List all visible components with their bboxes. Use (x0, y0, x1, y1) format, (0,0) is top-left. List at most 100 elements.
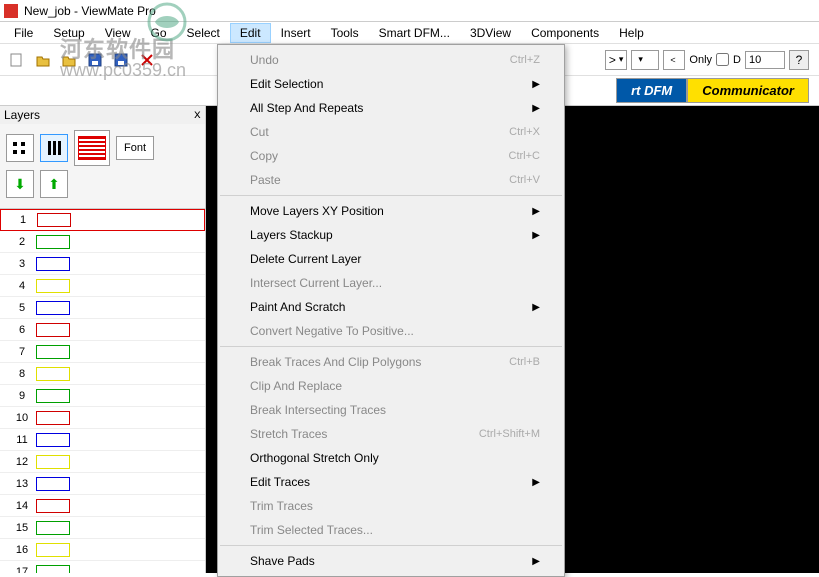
layer-swatch[interactable] (36, 411, 70, 425)
tool-save2-icon[interactable] (110, 49, 132, 71)
combo-1[interactable]: >▾ (605, 50, 628, 70)
layer-swatch[interactable] (36, 477, 70, 491)
menu-item-label: All Step And Repeats (250, 101, 363, 115)
menu-item-edit-traces[interactable]: Edit Traces▶ (218, 470, 564, 494)
menu-item-label: Undo (250, 53, 279, 67)
menu-shortcut: Ctrl+B (509, 356, 540, 368)
layer-row[interactable]: 7 (0, 341, 205, 363)
layer-swatch[interactable] (36, 565, 70, 574)
layers-close-icon[interactable]: x (194, 108, 201, 122)
layer-swatch[interactable] (36, 367, 70, 381)
layer-row[interactable]: 4 (0, 275, 205, 297)
menu-components[interactable]: Components (521, 23, 609, 43)
layer-row[interactable]: 12 (0, 451, 205, 473)
layer-swatch[interactable] (36, 499, 70, 513)
layer-number: 8 (8, 368, 36, 380)
d-input[interactable] (745, 51, 785, 69)
layer-swatch[interactable] (37, 213, 71, 227)
layer-row[interactable]: 1 (0, 209, 205, 231)
menu-item-shave-pads[interactable]: Shave Pads▶ (218, 549, 564, 573)
menu-go[interactable]: Go (141, 23, 177, 43)
layer-swatch[interactable] (36, 235, 70, 249)
layer-swatch[interactable] (36, 433, 70, 447)
menu-item-break-intersecting-traces: Break Intersecting Traces (218, 398, 564, 422)
layer-view1-icon[interactable] (6, 134, 34, 162)
layer-row[interactable]: 13 (0, 473, 205, 495)
tool-save-icon[interactable] (84, 49, 106, 71)
layer-row[interactable]: 10 (0, 407, 205, 429)
layer-row[interactable]: 8 (0, 363, 205, 385)
submenu-arrow-icon: ▶ (532, 230, 540, 241)
help-button[interactable]: ? (789, 50, 809, 70)
layer-row[interactable]: 16 (0, 539, 205, 561)
menu-shortcut: Ctrl+V (509, 174, 540, 186)
layer-swatch[interactable] (36, 323, 70, 337)
submenu-arrow-icon: ▶ (532, 206, 540, 217)
layer-row[interactable]: 6 (0, 319, 205, 341)
menu-help[interactable]: Help (609, 23, 654, 43)
menu-item-label: Copy (250, 149, 278, 163)
menu-item-undo: UndoCtrl+Z (218, 48, 564, 72)
only-checkbox[interactable] (716, 53, 729, 66)
menu-item-all-step-and-repeats[interactable]: All Step And Repeats▶ (218, 96, 564, 120)
menu-edit[interactable]: Edit (230, 23, 271, 43)
menu-tools[interactable]: Tools (321, 23, 369, 43)
layer-view2-icon[interactable] (40, 134, 68, 162)
menu-select[interactable]: Select (177, 23, 230, 43)
menu-view[interactable]: View (95, 23, 141, 43)
layer-up-icon[interactable]: ⬆ (40, 170, 68, 198)
layer-swatch[interactable] (36, 455, 70, 469)
smart-dfm-button[interactable]: rt DFM (616, 78, 687, 103)
menu-item-edit-selection[interactable]: Edit Selection▶ (218, 72, 564, 96)
menu-dview[interactable]: 3DView (460, 23, 521, 43)
layer-swatch[interactable] (36, 543, 70, 557)
layer-row[interactable]: 14 (0, 495, 205, 517)
menu-insert[interactable]: Insert (271, 23, 321, 43)
layer-font-button[interactable]: Font (116, 136, 154, 160)
menu-item-delete-current-layer[interactable]: Delete Current Layer (218, 247, 564, 271)
menu-item-layers-stackup[interactable]: Layers Stackup▶ (218, 223, 564, 247)
combo-2[interactable]: ▾ (631, 50, 659, 70)
menu-setup[interactable]: Setup (43, 23, 94, 43)
layer-row[interactable]: 2 (0, 231, 205, 253)
layer-row[interactable]: 5 (0, 297, 205, 319)
window-title: New_job - ViewMate Pro (24, 4, 156, 18)
layer-row[interactable]: 15 (0, 517, 205, 539)
menu-item-move-layers-xy-position[interactable]: Move Layers XY Position▶ (218, 199, 564, 223)
menu-item-orthogonal-stretch-only[interactable]: Orthogonal Stretch Only (218, 446, 564, 470)
menu-separator (220, 195, 562, 196)
menu-item-paint-and-scratch[interactable]: Paint And Scratch▶ (218, 295, 564, 319)
menu-item-cut: CutCtrl+X (218, 120, 564, 144)
tool-delete-icon[interactable] (136, 49, 158, 71)
menu-item-label: Intersect Current Layer... (250, 276, 382, 290)
layer-down-icon[interactable]: ⬇ (6, 170, 34, 198)
tool-open2-icon[interactable] (58, 49, 80, 71)
menu-file[interactable]: File (4, 23, 43, 43)
menu-item-stretch-traces: Stretch TracesCtrl+Shift+M (218, 422, 564, 446)
layer-number: 6 (8, 324, 36, 336)
layer-swatch[interactable] (36, 521, 70, 535)
layer-number: 10 (8, 412, 36, 424)
layer-row[interactable]: 9 (0, 385, 205, 407)
menu-item-paste: PasteCtrl+V (218, 168, 564, 192)
tool-open-icon[interactable] (32, 49, 54, 71)
layer-number: 15 (8, 522, 36, 534)
tool-new-icon[interactable] (6, 49, 28, 71)
layer-row[interactable]: 3 (0, 253, 205, 275)
layer-swatch[interactable] (36, 389, 70, 403)
layer-swatch[interactable] (36, 257, 70, 271)
layer-row[interactable]: 17 (0, 561, 205, 573)
communicator-button[interactable]: Communicator (687, 78, 809, 103)
layer-swatch[interactable] (36, 345, 70, 359)
combo-3[interactable]: < (663, 50, 685, 70)
layers-title: Layers (4, 108, 40, 122)
menu-item-label: Orthogonal Stretch Only (250, 451, 379, 465)
layer-swatch[interactable] (36, 279, 70, 293)
layer-number: 1 (9, 214, 37, 226)
layer-swatch[interactable] (36, 301, 70, 315)
menu-smartdfm[interactable]: Smart DFM... (369, 23, 460, 43)
layer-hatch-icon[interactable] (74, 130, 110, 166)
submenu-arrow-icon: ▶ (532, 79, 540, 90)
menu-item-label: Shave Pads (250, 554, 315, 568)
layer-row[interactable]: 11 (0, 429, 205, 451)
